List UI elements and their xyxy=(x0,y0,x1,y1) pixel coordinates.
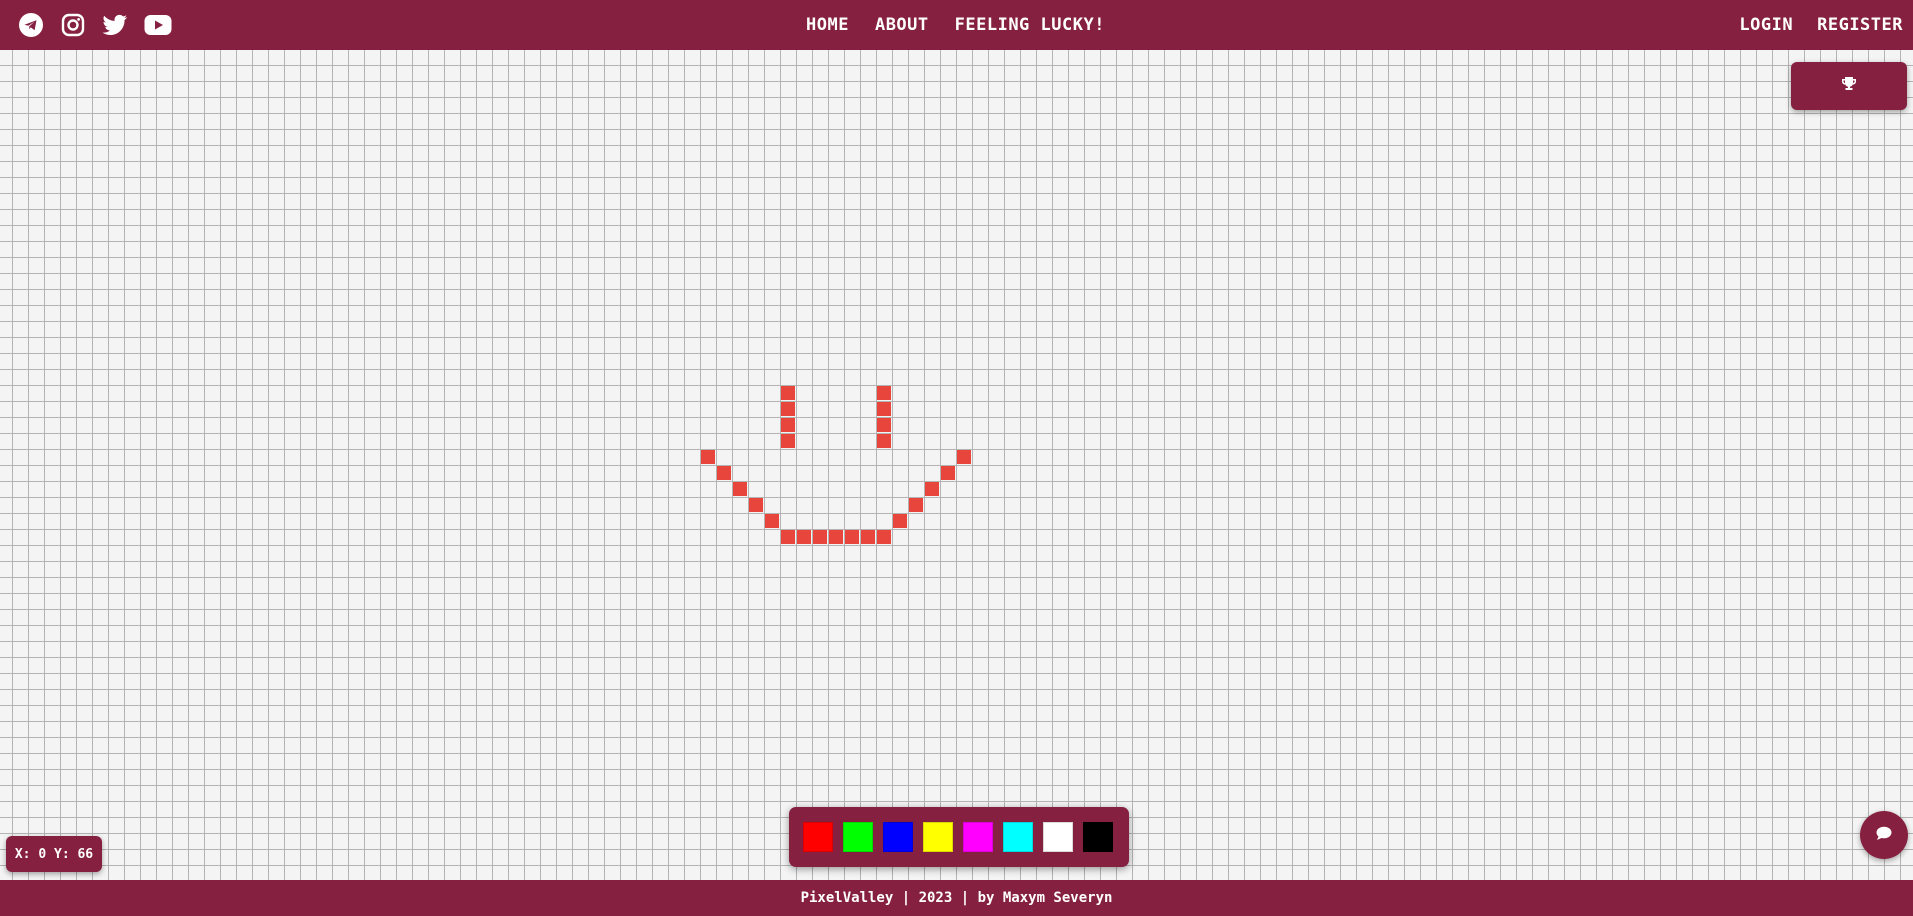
telegram-icon[interactable] xyxy=(18,12,44,38)
chat-button[interactable] xyxy=(1860,811,1908,859)
color-swatch[interactable] xyxy=(923,822,953,852)
painted-pixel xyxy=(877,530,891,544)
register-link[interactable]: REGISTER xyxy=(1817,15,1903,35)
painted-pixel xyxy=(941,466,955,480)
color-swatch[interactable] xyxy=(883,822,913,852)
login-link[interactable]: LOGIN xyxy=(1739,15,1793,35)
painted-pixel xyxy=(765,514,779,528)
color-swatch[interactable] xyxy=(1003,822,1033,852)
auth-nav: LOGIN REGISTER xyxy=(1739,0,1903,50)
painted-pixel xyxy=(749,498,763,512)
nav-about-link[interactable]: ABOUT xyxy=(875,15,929,35)
color-swatch[interactable] xyxy=(1043,822,1073,852)
painted-pixel xyxy=(701,450,715,464)
leaderboard-button[interactable] xyxy=(1791,62,1907,110)
painted-pixel xyxy=(861,530,875,544)
painted-pixel xyxy=(733,482,747,496)
top-navbar: HOME ABOUT FEELING LUCKY! LOGIN REGISTER xyxy=(0,0,1913,50)
painted-pixel xyxy=(845,530,859,544)
painted-pixel xyxy=(797,530,811,544)
youtube-icon[interactable] xyxy=(144,12,172,38)
main-nav: HOME ABOUT FEELING LUCKY! xyxy=(806,0,1105,50)
painted-pixel xyxy=(877,386,891,400)
color-palette xyxy=(789,807,1129,867)
nav-feeling-lucky-link[interactable]: FEELING LUCKY! xyxy=(955,15,1105,35)
twitter-icon[interactable] xyxy=(102,12,128,38)
trophy-icon xyxy=(1841,76,1857,96)
painted-pixel xyxy=(877,434,891,448)
painted-pixel xyxy=(717,466,731,480)
painted-pixel xyxy=(781,402,795,416)
painted-pixel xyxy=(893,514,907,528)
painted-pixel xyxy=(813,530,827,544)
coordinates-readout: X: 0 Y: 66 xyxy=(14,846,94,862)
nav-home-link[interactable]: HOME xyxy=(806,15,849,35)
social-links xyxy=(18,12,172,38)
painted-pixel xyxy=(781,530,795,544)
cursor-coordinates: X: 0 Y: 66 xyxy=(6,836,102,872)
painted-pixel xyxy=(781,386,795,400)
painted-pixel xyxy=(829,530,843,544)
painted-pixel xyxy=(957,450,971,464)
painted-pixel xyxy=(877,418,891,432)
pixel-canvas[interactable] xyxy=(0,50,1913,880)
instagram-icon[interactable] xyxy=(60,12,86,38)
painted-pixel xyxy=(877,402,891,416)
color-swatch[interactable] xyxy=(803,822,833,852)
footer-credits: PixelValley | 2023 | by Maxym Severyn xyxy=(800,890,1113,906)
painted-pixels-layer xyxy=(0,50,1913,880)
painted-pixel xyxy=(925,482,939,496)
painted-pixel xyxy=(781,434,795,448)
chat-bubble-icon xyxy=(1876,826,1892,845)
painted-pixel xyxy=(781,418,795,432)
painted-pixel xyxy=(909,498,923,512)
footer: PixelValley | 2023 | by Maxym Severyn xyxy=(0,880,1913,916)
color-swatch[interactable] xyxy=(1083,822,1113,852)
color-swatch[interactable] xyxy=(843,822,873,852)
color-swatch[interactable] xyxy=(963,822,993,852)
